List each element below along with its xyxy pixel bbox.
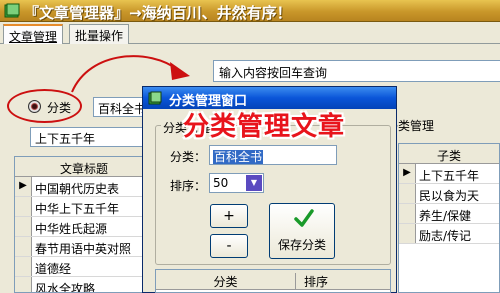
add-category-button[interactable]: + (210, 204, 248, 228)
category-table-header: 分类 排序 (156, 270, 390, 290)
article-title: 中国朝代历史表 (35, 182, 120, 196)
order-select[interactable]: 50 ▼ (209, 173, 264, 193)
subcategory-field[interactable]: 上下五千年 (30, 127, 150, 147)
list-item[interactable]: 民以食为天 (399, 184, 499, 204)
main-title-bar: 『文章管理器』→海纳百川、井然有序！ (0, 0, 500, 22)
tab-label: 文章管理 (9, 30, 58, 44)
radio-button[interactable] (28, 100, 41, 113)
list-item[interactable]: 道德经 (15, 257, 153, 277)
list-item[interactable]: ▶ 中国朝代历史表 (15, 177, 153, 197)
row-indicator (399, 204, 416, 223)
row-indicator (399, 224, 416, 243)
book-icon (4, 3, 20, 18)
subcategory-name: 励志/传记 (419, 229, 472, 243)
article-title: 春节用语中英对照 (35, 242, 132, 256)
book-icon (148, 91, 162, 105)
row-indicator (15, 257, 32, 276)
subcategory-name: 上下五千年 (419, 169, 480, 183)
article-list: 文章标题 ▶ 中国朝代历史表 中华上下五千年 中华姓氏起源 春节用语中英对照 道… (14, 156, 154, 293)
column-header-order[interactable]: 排序 (296, 273, 336, 290)
row-pointer-icon: ▶ (399, 164, 416, 183)
row-indicator (399, 184, 416, 203)
list-item[interactable]: 风水全攻略 (15, 277, 153, 293)
list-item[interactable]: 中华上下五千年 (15, 197, 153, 217)
chevron-down-icon[interactable]: ▼ (246, 175, 262, 191)
list-item[interactable]: 中华姓氏起源 (15, 217, 153, 237)
overlay-caption: 分类管理文章 (183, 112, 346, 142)
subcategory-name: 民以食为天 (419, 189, 480, 203)
app-title: 『文章管理器』→海纳百川、井然有序！ (24, 4, 292, 22)
column-header-category[interactable]: 分类 (156, 273, 296, 290)
row-indicator (15, 277, 32, 292)
order-value: 50 (213, 176, 229, 190)
list-item[interactable]: 励志/传记 (399, 224, 499, 244)
subcategory-name: 养生/保健 (419, 209, 472, 223)
row-pointer-icon: ▶ (15, 177, 32, 196)
subcategory-list: 子类 ▶ 上下五千年 民以食为天 养生/保健 励志/传记 (398, 143, 500, 293)
category-name-value: 百科全书 (213, 150, 264, 164)
article-title: 道德经 (35, 262, 72, 276)
article-title: 中华姓氏起源 (35, 222, 108, 236)
category-radio-label: 分类 (47, 101, 72, 115)
subcategory-list-header[interactable]: 子类 (399, 144, 499, 164)
article-title: 风水全攻略 (35, 282, 96, 293)
remove-category-button[interactable]: - (210, 234, 248, 258)
tab-article-management[interactable]: 文章管理 (3, 24, 64, 45)
category-label: 分类： (170, 150, 207, 164)
article-title: 中华上下五千年 (35, 202, 120, 216)
list-item[interactable]: 养生/保健 (399, 204, 499, 224)
save-button-label: 保存分类 (277, 238, 326, 252)
category-table: 分类 排序 (155, 269, 391, 293)
list-item[interactable]: 春节用语中英对照 (15, 237, 153, 257)
save-category-button[interactable]: 保存分类 (269, 203, 335, 259)
article-list-header[interactable]: 文章标题 (15, 157, 153, 177)
search-input[interactable]: 输入内容按回车查询 (213, 60, 500, 82)
row-indicator (15, 197, 32, 216)
row-indicator (15, 237, 32, 256)
checkmark-icon (294, 209, 314, 227)
list-item[interactable]: ▶ 上下五千年 (399, 164, 499, 184)
row-indicator (15, 217, 32, 236)
order-label: 排序： (170, 179, 207, 193)
category-name-input[interactable]: 百科全书 (209, 145, 337, 165)
